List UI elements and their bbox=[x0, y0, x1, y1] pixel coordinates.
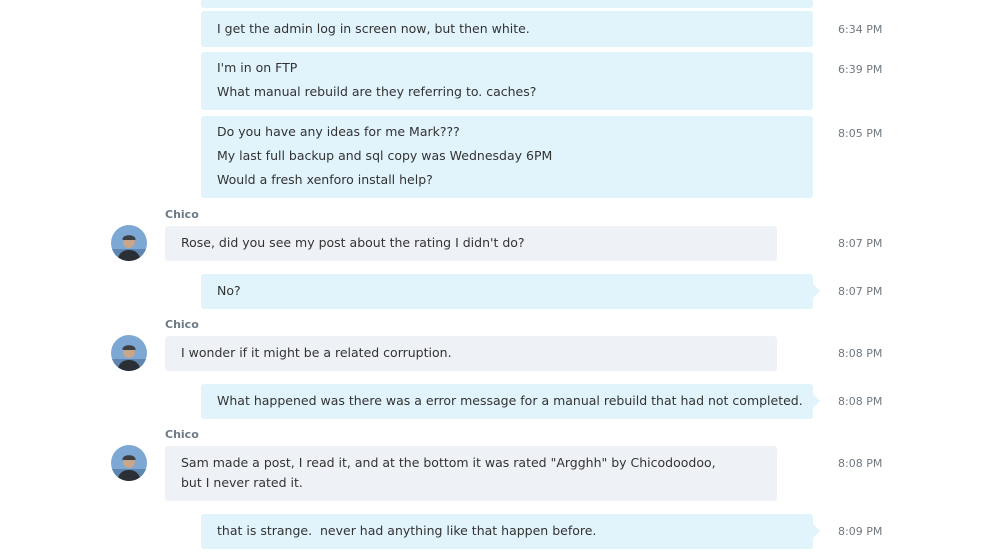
message-timestamp: 8:07 PM bbox=[838, 237, 883, 250]
message-text: that is strange. never had anything like… bbox=[217, 523, 597, 538]
message-text: I get the admin log in screen now, but t… bbox=[217, 21, 530, 36]
user-avatar-icon[interactable] bbox=[111, 225, 147, 261]
bubble-tail bbox=[813, 394, 820, 408]
message-bubble-incoming[interactable]: Sam made a post, I read it, and at the b… bbox=[165, 446, 777, 501]
sender-name: Chico bbox=[165, 318, 199, 331]
message-bubble-outgoing[interactable]: Do you have any ideas for me Mark??? My … bbox=[201, 116, 813, 198]
message-timestamp: 8:09 PM bbox=[838, 525, 883, 538]
message-text: I wonder if it might be a related corrup… bbox=[181, 345, 452, 360]
sender-name: Chico bbox=[165, 428, 199, 441]
message-bubble-outgoing[interactable]: I get the admin log in screen now, but t… bbox=[201, 11, 813, 47]
message-bubble-partial bbox=[201, 0, 813, 8]
message-bubble-incoming[interactable]: Rose, did you see my post about the rati… bbox=[165, 226, 777, 261]
message-bubble-outgoing[interactable]: that is strange. never had anything like… bbox=[201, 514, 813, 549]
message-timestamp: 8:05 PM bbox=[838, 127, 883, 140]
user-avatar-icon[interactable] bbox=[111, 445, 147, 481]
message-timestamp: 8:08 PM bbox=[838, 457, 883, 470]
message-timestamp: 8:07 PM bbox=[838, 285, 883, 298]
user-avatar-icon[interactable] bbox=[111, 335, 147, 371]
message-bubble-outgoing[interactable]: I'm in on FTP What manual rebuild are th… bbox=[201, 52, 813, 110]
bubble-tail bbox=[813, 284, 820, 298]
message-bubble-outgoing[interactable]: No? bbox=[201, 274, 813, 309]
message-timestamp: 6:34 PM bbox=[838, 23, 883, 36]
message-timestamp: 8:08 PM bbox=[838, 395, 883, 408]
message-text: No? bbox=[217, 283, 241, 298]
message-text: Sam made a post, I read it, and at the b… bbox=[181, 455, 716, 490]
chat-conversation: I get the admin log in screen now, but t… bbox=[0, 0, 983, 557]
sender-name: Chico bbox=[165, 208, 199, 221]
message-text: What happened was there was a error mess… bbox=[217, 393, 803, 408]
message-bubble-outgoing[interactable]: What happened was there was a error mess… bbox=[201, 384, 813, 419]
message-text: I'm in on FTP bbox=[217, 60, 298, 75]
message-timestamp: 8:08 PM bbox=[838, 347, 883, 360]
message-text: Would a fresh xenforo install help? bbox=[217, 172, 433, 187]
message-text: Rose, did you see my post about the rati… bbox=[181, 235, 525, 250]
message-bubble-incoming[interactable]: I wonder if it might be a related corrup… bbox=[165, 336, 777, 371]
bubble-tail bbox=[813, 524, 820, 538]
message-timestamp: 6:39 PM bbox=[838, 63, 883, 76]
message-text: What manual rebuild are they referring t… bbox=[217, 84, 537, 99]
message-text: My last full backup and sql copy was Wed… bbox=[217, 148, 553, 163]
message-text: Do you have any ideas for me Mark??? bbox=[217, 124, 460, 139]
